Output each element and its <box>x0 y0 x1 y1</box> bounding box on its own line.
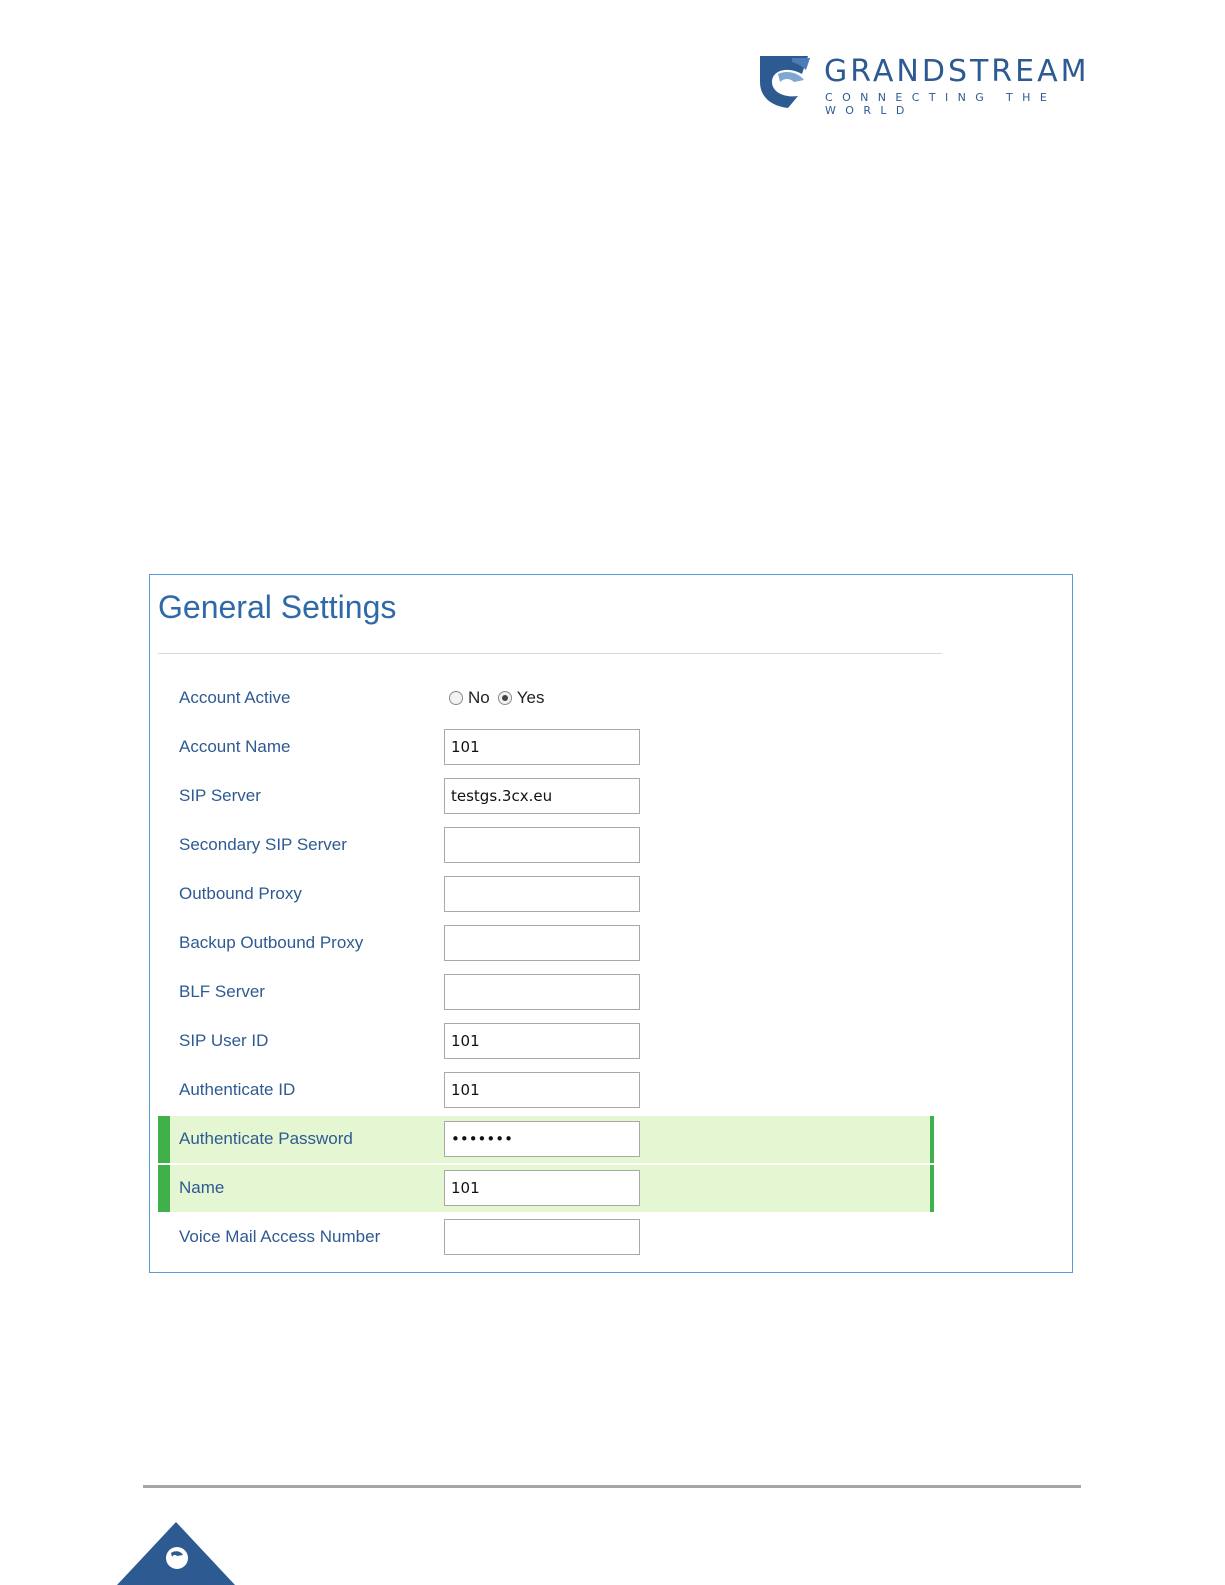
backup-outbound-proxy-input[interactable] <box>444 925 640 961</box>
sip-server-input[interactable]: testgs.3cx.eu <box>444 778 640 814</box>
authenticate-id-label: Authenticate ID <box>179 1080 296 1099</box>
brand-tagline: CONNECTING THE WORLD <box>825 91 1057 117</box>
account-active-yes-radio[interactable] <box>497 691 512 705</box>
grandstream-logo: GRANDSTREAM CONNECTING THE WORLD <box>758 52 1138 117</box>
authenticate-id-input[interactable]: 101 <box>444 1072 640 1108</box>
outbound-proxy-row: Outbound Proxy <box>158 871 932 918</box>
account-name-input[interactable]: 101 <box>444 729 640 765</box>
name-label: Name <box>179 1178 225 1197</box>
general-settings-panel: General Settings Account Active No Yes A… <box>149 574 1073 1273</box>
account-name-row: Account Name 101 <box>158 724 932 771</box>
account-active-no-label: No <box>468 688 490 707</box>
name-input[interactable]: 101 <box>444 1170 640 1206</box>
outbound-proxy-label: Outbound Proxy <box>179 884 302 903</box>
blf-server-input[interactable] <box>444 974 640 1010</box>
voice-mail-access-number-input[interactable] <box>444 1219 640 1255</box>
authenticate-password-input[interactable]: ••••••• <box>444 1121 640 1157</box>
grandstream-footer-logo-icon <box>117 1522 235 1585</box>
title-divider <box>158 653 942 654</box>
grandstream-logo-icon <box>760 56 810 108</box>
sip-user-id-label: SIP User ID <box>179 1031 269 1050</box>
backup-outbound-proxy-label: Backup Outbound Proxy <box>179 933 364 952</box>
panel-title: General Settings <box>158 589 397 625</box>
secondary-sip-server-label: Secondary SIP Server <box>179 835 347 854</box>
secondary-sip-server-row: Secondary SIP Server <box>158 822 932 869</box>
name-row: Name 101 <box>158 1165 934 1212</box>
authenticate-password-row: Authenticate Password ••••••• <box>158 1116 934 1163</box>
outbound-proxy-input[interactable] <box>444 876 640 912</box>
account-active-yes-label: Yes <box>516 688 545 707</box>
backup-outbound-proxy-row: Backup Outbound Proxy <box>158 920 932 967</box>
account-name-label: Account Name <box>179 737 291 756</box>
authenticate-id-row: Authenticate ID 101 <box>158 1067 932 1114</box>
account-active-label: Account Active <box>179 688 291 707</box>
account-active-radio-group: No Yes <box>449 688 552 708</box>
sip-server-label: SIP Server <box>179 786 261 805</box>
blf-server-row: BLF Server <box>158 969 932 1016</box>
secondary-sip-server-input[interactable] <box>444 827 640 863</box>
sip-user-id-row: SIP User ID 101 <box>158 1018 932 1065</box>
voice-mail-access-number-label: Voice Mail Access Number <box>179 1227 381 1246</box>
footer-divider <box>143 1485 1081 1488</box>
blf-server-label: BLF Server <box>179 982 265 1001</box>
authenticate-password-label: Authenticate Password <box>179 1129 353 1148</box>
brand-name: GRANDSTREAM <box>824 54 1090 89</box>
sip-server-row: SIP Server testgs.3cx.eu <box>158 773 932 820</box>
account-active-no-radio[interactable] <box>449 691 463 705</box>
voice-mail-access-number-row: Voice Mail Access Number <box>158 1214 932 1261</box>
sip-user-id-input[interactable]: 101 <box>444 1023 640 1059</box>
account-active-row: Account Active No Yes <box>158 675 932 722</box>
